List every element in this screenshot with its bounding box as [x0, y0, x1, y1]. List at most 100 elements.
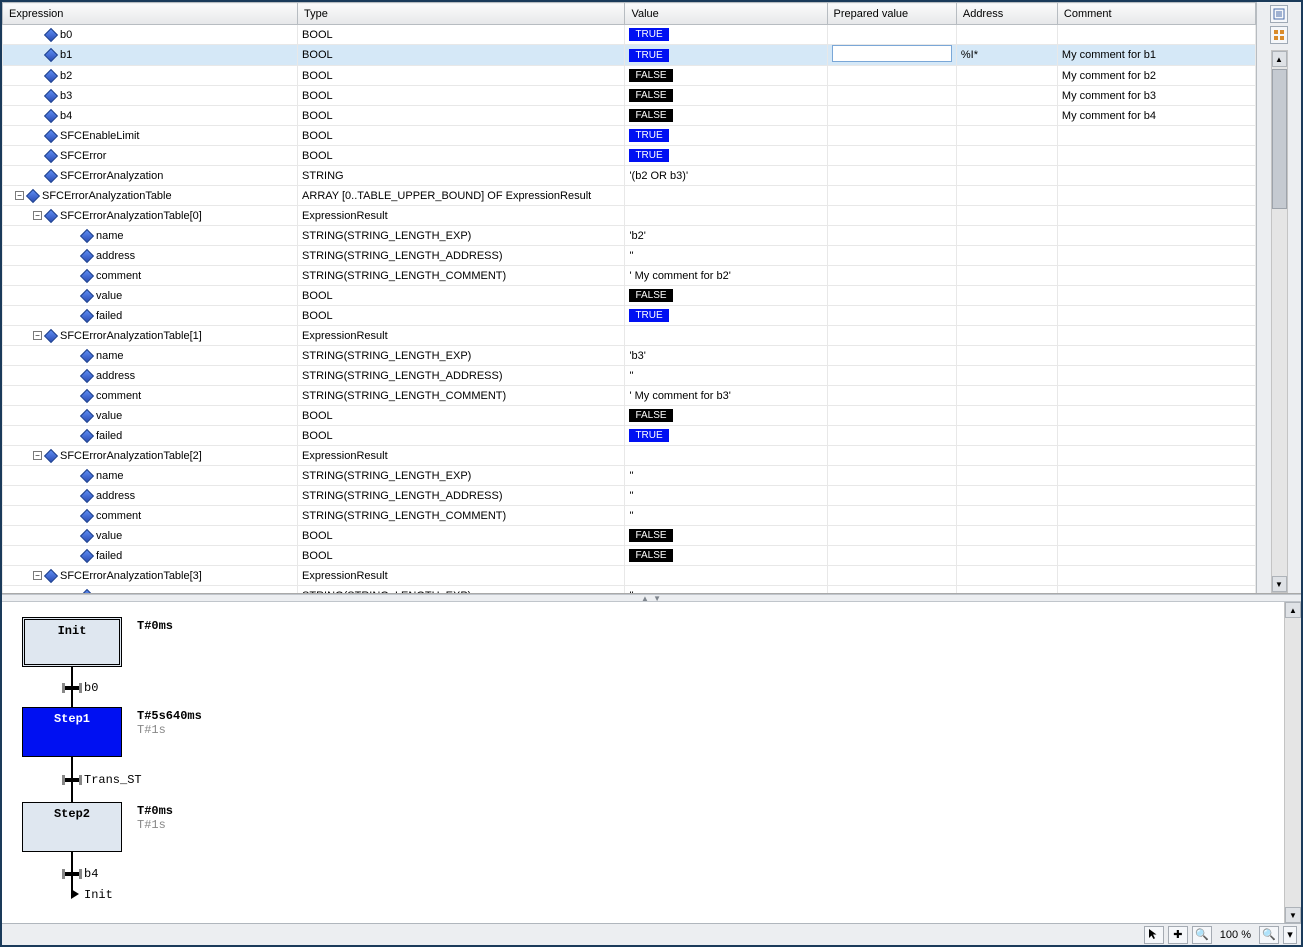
toolbar-btn-1[interactable]: [1270, 5, 1288, 23]
table-row[interactable]: failedBOOLTRUE: [3, 306, 1256, 326]
table-row[interactable]: nameSTRING(STRING_LENGTH_EXP)'': [3, 586, 1256, 594]
table-row[interactable]: nameSTRING(STRING_LENGTH_EXP)'b3': [3, 346, 1256, 366]
col-header-expression[interactable]: Expression: [3, 3, 298, 25]
row-prepared[interactable]: [827, 366, 956, 386]
row-value[interactable]: '': [625, 586, 827, 594]
sfc-transition[interactable]: [65, 872, 79, 876]
row-prepared[interactable]: [827, 386, 956, 406]
row-prepared[interactable]: [827, 166, 956, 186]
row-value[interactable]: '': [625, 506, 827, 526]
row-value[interactable]: 'b2': [625, 226, 827, 246]
row-value[interactable]: TRUE: [625, 146, 827, 166]
row-value[interactable]: [625, 206, 827, 226]
zoom-menu-button[interactable]: ▾: [1283, 926, 1297, 944]
table-row[interactable]: SFCEnableLimitBOOLTRUE: [3, 126, 1256, 146]
collapse-icon[interactable]: −: [15, 191, 24, 200]
row-value[interactable]: FALSE: [625, 526, 827, 546]
row-value[interactable]: '': [625, 366, 827, 386]
variables-table-scroll[interactable]: Expression Type Value Prepared value Add…: [2, 2, 1256, 593]
row-value[interactable]: TRUE: [625, 45, 827, 66]
table-row[interactable]: failedBOOLFALSE: [3, 546, 1256, 566]
row-prepared[interactable]: [827, 466, 956, 486]
row-prepared[interactable]: [827, 546, 956, 566]
row-value[interactable]: TRUE: [625, 126, 827, 146]
row-value[interactable]: TRUE: [625, 306, 827, 326]
table-row[interactable]: SFCErrorBOOLTRUE: [3, 146, 1256, 166]
table-row[interactable]: b4BOOLFALSEMy comment for b4: [3, 106, 1256, 126]
row-value[interactable]: [625, 566, 827, 586]
table-row[interactable]: nameSTRING(STRING_LENGTH_EXP)'': [3, 466, 1256, 486]
row-prepared[interactable]: [827, 45, 956, 66]
row-prepared[interactable]: [827, 346, 956, 366]
table-row[interactable]: −SFCErrorAnalyzationTable[3]ExpressionRe…: [3, 566, 1256, 586]
row-prepared[interactable]: [827, 246, 956, 266]
table-row[interactable]: SFCErrorAnalyzationSTRING'(b2 OR b3)': [3, 166, 1256, 186]
table-row[interactable]: valueBOOLFALSE: [3, 406, 1256, 426]
row-prepared[interactable]: [827, 66, 956, 86]
row-prepared[interactable]: [827, 586, 956, 594]
row-value[interactable]: [625, 326, 827, 346]
zoom-dropdown-button[interactable]: 🔍: [1259, 926, 1279, 944]
row-value[interactable]: FALSE: [625, 286, 827, 306]
row-prepared[interactable]: [827, 86, 956, 106]
scroll-down-arrow-icon[interactable]: ▼: [1272, 576, 1287, 592]
row-prepared[interactable]: [827, 566, 956, 586]
row-value[interactable]: ' My comment for b2': [625, 266, 827, 286]
pointer-tool-button[interactable]: [1144, 926, 1164, 944]
row-prepared[interactable]: [827, 406, 956, 426]
collapse-icon[interactable]: −: [33, 571, 42, 580]
table-row[interactable]: −SFCErrorAnalyzationTable[1]ExpressionRe…: [3, 326, 1256, 346]
table-row[interactable]: −SFCErrorAnalyzationTableARRAY [0..TABLE…: [3, 186, 1256, 206]
row-prepared[interactable]: [827, 526, 956, 546]
row-value[interactable]: FALSE: [625, 86, 827, 106]
scroll-down-arrow-icon[interactable]: ▼: [1285, 907, 1301, 923]
col-header-address[interactable]: Address: [956, 3, 1057, 25]
table-row[interactable]: commentSTRING(STRING_LENGTH_COMMENT)'': [3, 506, 1256, 526]
sfc-transition[interactable]: [65, 778, 79, 782]
horizontal-splitter[interactable]: ▲ ▼: [2, 594, 1301, 602]
table-row[interactable]: addressSTRING(STRING_LENGTH_ADDRESS)'': [3, 246, 1256, 266]
col-header-prepared[interactable]: Prepared value: [827, 3, 956, 25]
col-header-value[interactable]: Value: [625, 3, 827, 25]
row-value[interactable]: '': [625, 466, 827, 486]
sfc-step-step1[interactable]: Step1: [22, 707, 122, 757]
col-header-type[interactable]: Type: [298, 3, 625, 25]
row-prepared[interactable]: [827, 146, 956, 166]
row-value[interactable]: [625, 186, 827, 206]
table-row[interactable]: −SFCErrorAnalyzationTable[2]ExpressionRe…: [3, 446, 1256, 466]
sfc-step-init[interactable]: Init: [22, 617, 122, 667]
sfc-canvas[interactable]: InitT#0msStep1T#5s640msT#1sStep2T#0msT#1…: [2, 602, 1284, 923]
row-prepared[interactable]: [827, 306, 956, 326]
sfc-transition[interactable]: [65, 686, 79, 690]
table-row[interactable]: b1BOOLTRUE%I*My comment for b1: [3, 45, 1256, 66]
row-prepared[interactable]: [827, 326, 956, 346]
prepared-value-input[interactable]: [832, 45, 952, 62]
row-prepared[interactable]: [827, 25, 956, 45]
table-row[interactable]: −SFCErrorAnalyzationTable[0]ExpressionRe…: [3, 206, 1256, 226]
collapse-icon[interactable]: −: [33, 451, 42, 460]
row-prepared[interactable]: [827, 286, 956, 306]
row-prepared[interactable]: [827, 206, 956, 226]
table-row[interactable]: commentSTRING(STRING_LENGTH_COMMENT)' My…: [3, 266, 1256, 286]
table-row[interactable]: valueBOOLFALSE: [3, 526, 1256, 546]
sfc-jump-label[interactable]: Init: [84, 888, 113, 902]
row-value[interactable]: FALSE: [625, 546, 827, 566]
row-prepared[interactable]: [827, 426, 956, 446]
table-row[interactable]: b0BOOLTRUE: [3, 25, 1256, 45]
collapse-icon[interactable]: −: [33, 331, 42, 340]
table-row[interactable]: commentSTRING(STRING_LENGTH_COMMENT)' My…: [3, 386, 1256, 406]
sfc-step-step2[interactable]: Step2: [22, 802, 122, 852]
row-prepared[interactable]: [827, 126, 956, 146]
row-prepared[interactable]: [827, 226, 956, 246]
row-prepared[interactable]: [827, 446, 956, 466]
row-prepared[interactable]: [827, 106, 956, 126]
table-row[interactable]: b3BOOLFALSEMy comment for b3: [3, 86, 1256, 106]
table-row[interactable]: valueBOOLFALSE: [3, 286, 1256, 306]
table-row[interactable]: b2BOOLFALSEMy comment for b2: [3, 66, 1256, 86]
table-row[interactable]: nameSTRING(STRING_LENGTH_EXP)'b2': [3, 226, 1256, 246]
row-value[interactable]: TRUE: [625, 25, 827, 45]
bottom-vertical-scrollbar[interactable]: ▲ ▼: [1284, 602, 1301, 923]
row-value[interactable]: ' My comment for b3': [625, 386, 827, 406]
row-value[interactable]: '(b2 OR b3)': [625, 166, 827, 186]
row-value[interactable]: [625, 446, 827, 466]
